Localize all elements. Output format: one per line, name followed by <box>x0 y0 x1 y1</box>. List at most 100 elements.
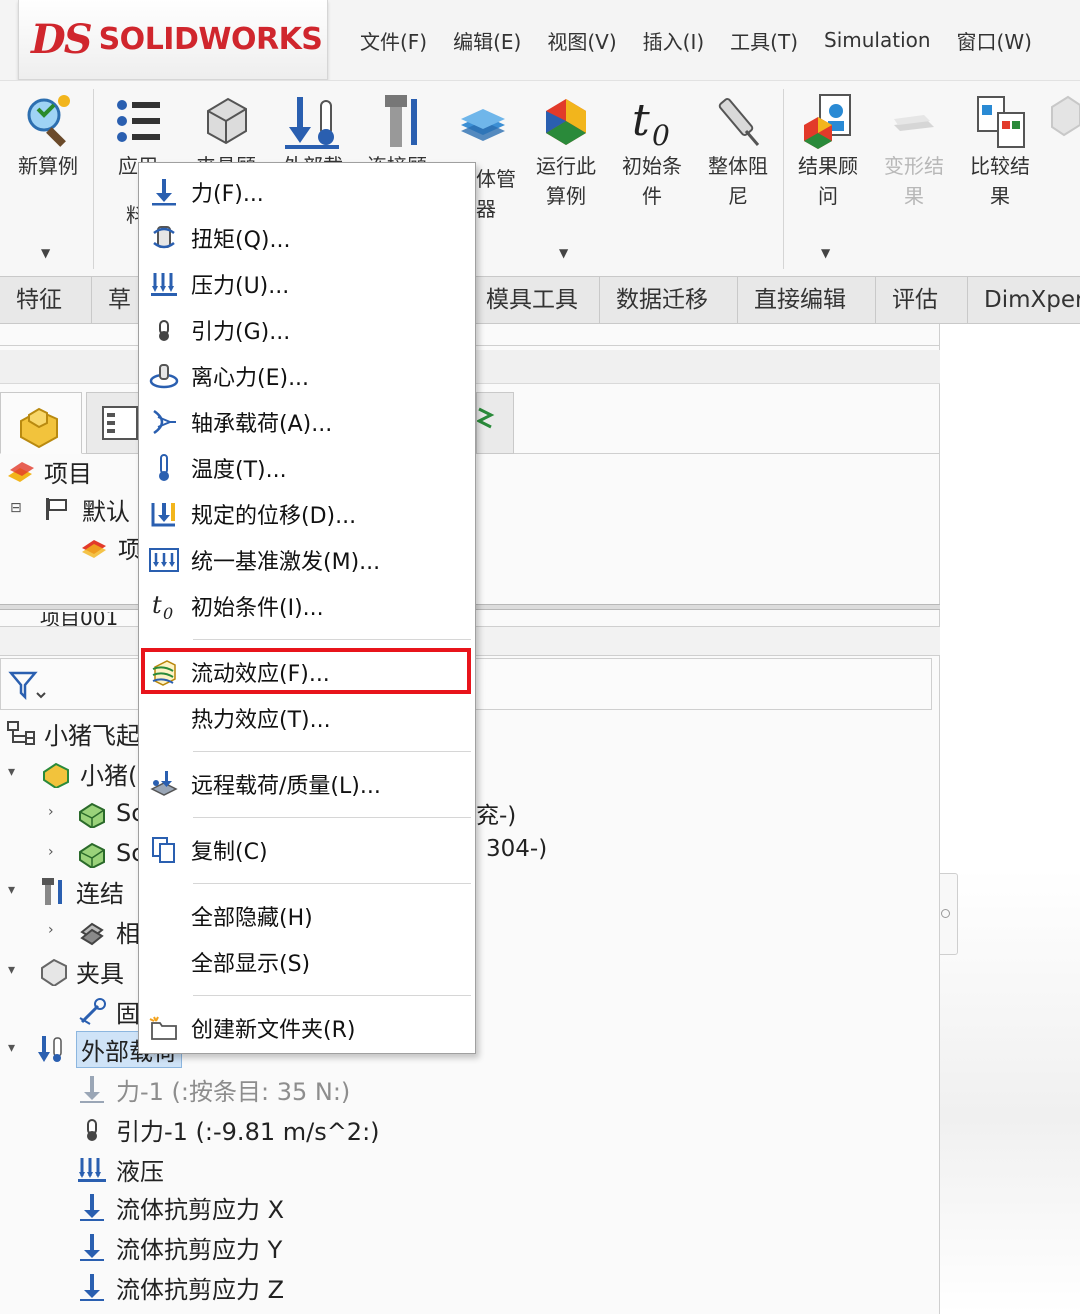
menu-separator <box>193 883 471 884</box>
thermometer-icon <box>159 454 169 481</box>
menu-item-initial-condition[interactable]: t0 初始条件(I)... <box>139 583 475 629</box>
simulation-tab[interactable] <box>475 392 514 454</box>
tab-direct-editing[interactable]: 直接编辑 <box>738 277 876 325</box>
tree-solid-body-2[interactable]: Sc <box>76 834 144 872</box>
tree-force-1[interactable]: 力-1 (:按条目: 35 N:) <box>76 1070 350 1108</box>
expand-fixtures-icon[interactable]: ▾ <box>8 962 15 978</box>
results-advisor-label-2: 问 <box>818 184 838 208</box>
menu-tools[interactable]: 工具(T) <box>730 26 798 55</box>
solidworks-logo[interactable]: DS SOLIDWORKS <box>18 0 328 80</box>
menu-edit[interactable]: 编辑(E) <box>453 26 521 55</box>
expand-solid1-icon[interactable]: › <box>48 804 54 820</box>
expand-connections-icon[interactable]: ▾ <box>8 882 15 898</box>
tree-contact-label: 相 <box>116 919 140 948</box>
menu-bar: 文件(F) 编辑(E) 视图(V) 插入(I) 工具(T) Simulation… <box>360 22 1058 58</box>
tree-connections[interactable]: 连结 <box>36 872 124 910</box>
tab-sketch[interactable]: 草 <box>92 277 144 325</box>
graphics-area[interactable] <box>940 324 1080 1314</box>
menu-item-create-folder[interactable]: 创建新文件夹(R) <box>139 1005 475 1051</box>
new-study-dropdown-icon[interactable]: ▼ <box>41 246 50 260</box>
menu-item-copy-label: 复制(C) <box>191 840 268 865</box>
tab-mold-tools[interactable]: 模具工具 <box>470 277 600 325</box>
menu-item-hide-all[interactable]: 全部隐藏(H) <box>139 893 475 939</box>
filter-icon[interactable] <box>7 669 47 703</box>
global-damping-button[interactable]: 整体阻 尼 <box>696 91 780 211</box>
menu-insert[interactable]: 插入(I) <box>643 26 705 55</box>
tree-part[interactable]: 小猪( <box>40 754 137 792</box>
menu-item-thermal-effects[interactable]: 热力效应(T)... <box>139 695 475 741</box>
tab-dimxpert[interactable]: DimXpert <box>968 277 1080 325</box>
tree-study[interactable]: 小猪飞起 <box>4 714 140 752</box>
menu-item-torque[interactable]: 扭矩(Q)... <box>139 215 475 261</box>
svg-text:0: 0 <box>652 119 670 151</box>
property-manager-tab[interactable] <box>86 392 140 454</box>
menu-item-force[interactable]: 力(F)... <box>139 169 475 215</box>
menu-file[interactable]: 文件(F) <box>360 26 427 55</box>
shell-manager-button[interactable] <box>450 91 516 151</box>
menu-item-temperature[interactable]: 温度(T)... <box>139 445 475 491</box>
tree-project-label: 项目 <box>44 459 92 488</box>
tree-shear-y[interactable]: 流体抗剪应力 Y <box>76 1228 282 1266</box>
bottom-study-tab[interactable]: 项目001 <box>0 612 140 626</box>
results-advisor-label-1: 结果顾 <box>798 154 858 178</box>
menu-window[interactable]: 窗口(W) <box>957 26 1032 55</box>
tree-default-label: 默认 <box>82 497 130 526</box>
collapse-icon[interactable]: ⊟ <box>10 500 22 516</box>
deformed-result-button[interactable]: 变形结 果 <box>872 91 956 211</box>
deformed-result-label-2: 果 <box>904 184 924 208</box>
run-study-icon <box>546 99 586 145</box>
menu-item-base-excitation[interactable]: 统一基准激发(M)... <box>139 537 475 583</box>
tree-solid-body-1[interactable]: Sc <box>76 794 144 832</box>
t-zero-icon: t 0 <box>632 95 670 151</box>
menu-simulation[interactable]: Simulation <box>824 28 931 52</box>
menu-separator <box>193 995 471 996</box>
tree-pressure[interactable]: 液压 <box>76 1150 164 1188</box>
part-icon <box>20 407 58 449</box>
menu-item-bearing-load[interactable]: 轴承载荷(A)... <box>139 399 475 445</box>
tree-shear-x[interactable]: 流体抗剪应力 X <box>76 1188 284 1226</box>
tree-project-root[interactable]: 项目 <box>4 452 92 490</box>
menu-item-gravity-label: 引力(G)... <box>191 320 291 345</box>
tree-gravity-1[interactable]: 引力-1 (:-9.81 m/s^2:) <box>76 1110 380 1148</box>
menu-item-prescribed-displacement[interactable]: 规定的位移(D)... <box>139 491 475 537</box>
menu-item-centrifugal[interactable]: 离心力(E)... <box>139 353 475 399</box>
tab-evaluate[interactable]: 评估 <box>876 277 968 325</box>
menu-item-show-all[interactable]: 全部显示(S) <box>139 939 475 985</box>
tab-features[interactable]: 特征 <box>0 277 92 325</box>
menu-item-pressure[interactable]: 压力(U)... <box>139 261 475 307</box>
menu-view[interactable]: 视图(V) <box>547 26 616 55</box>
expand-solid2-icon[interactable]: › <box>48 844 54 860</box>
run-study-button[interactable]: 运行此 算例 <box>524 91 608 211</box>
new-study-button[interactable]: 新算例 <box>6 91 90 181</box>
new-folder-icon <box>149 1016 177 1040</box>
menu-item-gravity[interactable]: 引力(G)... <box>139 307 475 353</box>
more-tools-icon[interactable] <box>1046 91 1080 141</box>
tree-default-config[interactable]: 默认 <box>42 490 130 528</box>
tree-project-item[interactable]: 项 <box>78 528 142 566</box>
results-advisor-button[interactable]: 结果顾 问 <box>788 91 868 211</box>
initial-conditions-label-2: 件 <box>642 184 662 208</box>
tree-fixtures[interactable]: 夹具 <box>36 952 124 990</box>
menu-item-copy[interactable]: 复制(C) <box>139 827 475 873</box>
copy-icon <box>152 837 175 863</box>
pressure-icon <box>78 1158 106 1182</box>
initial-conditions-button[interactable]: t 0 初始条 件 <box>612 91 692 211</box>
run-study-dropdown-icon[interactable]: ▼ <box>559 246 568 260</box>
menu-item-prescribed-displacement-label: 规定的位移(D)... <box>191 504 357 529</box>
tree-shear-z[interactable]: 流体抗剪应力 Z <box>76 1268 284 1306</box>
feature-tree-tab[interactable] <box>0 392 82 454</box>
tab-data-migration[interactable]: 数据迁移 <box>600 277 738 325</box>
external-loads-icon <box>38 1036 62 1062</box>
expand-part-icon[interactable]: ▾ <box>8 764 15 780</box>
menu-item-remote-load[interactable]: 远程载荷/质量(L)... <box>139 761 475 807</box>
menu-separator <box>193 751 471 752</box>
results-advisor-icon <box>804 94 851 149</box>
ribbon-separator <box>93 89 94 269</box>
expand-external-loads-icon[interactable]: ▾ <box>8 1040 15 1056</box>
compare-results-button[interactable]: 比较结 果 <box>958 91 1042 211</box>
compare-results-icon <box>977 96 1025 148</box>
tree-contact[interactable]: 相 <box>76 912 140 950</box>
tree-fixed[interactable]: 固 <box>76 992 140 1030</box>
results-dropdown-icon[interactable]: ▼ <box>821 246 830 260</box>
expand-contact-icon[interactable]: › <box>48 922 54 938</box>
